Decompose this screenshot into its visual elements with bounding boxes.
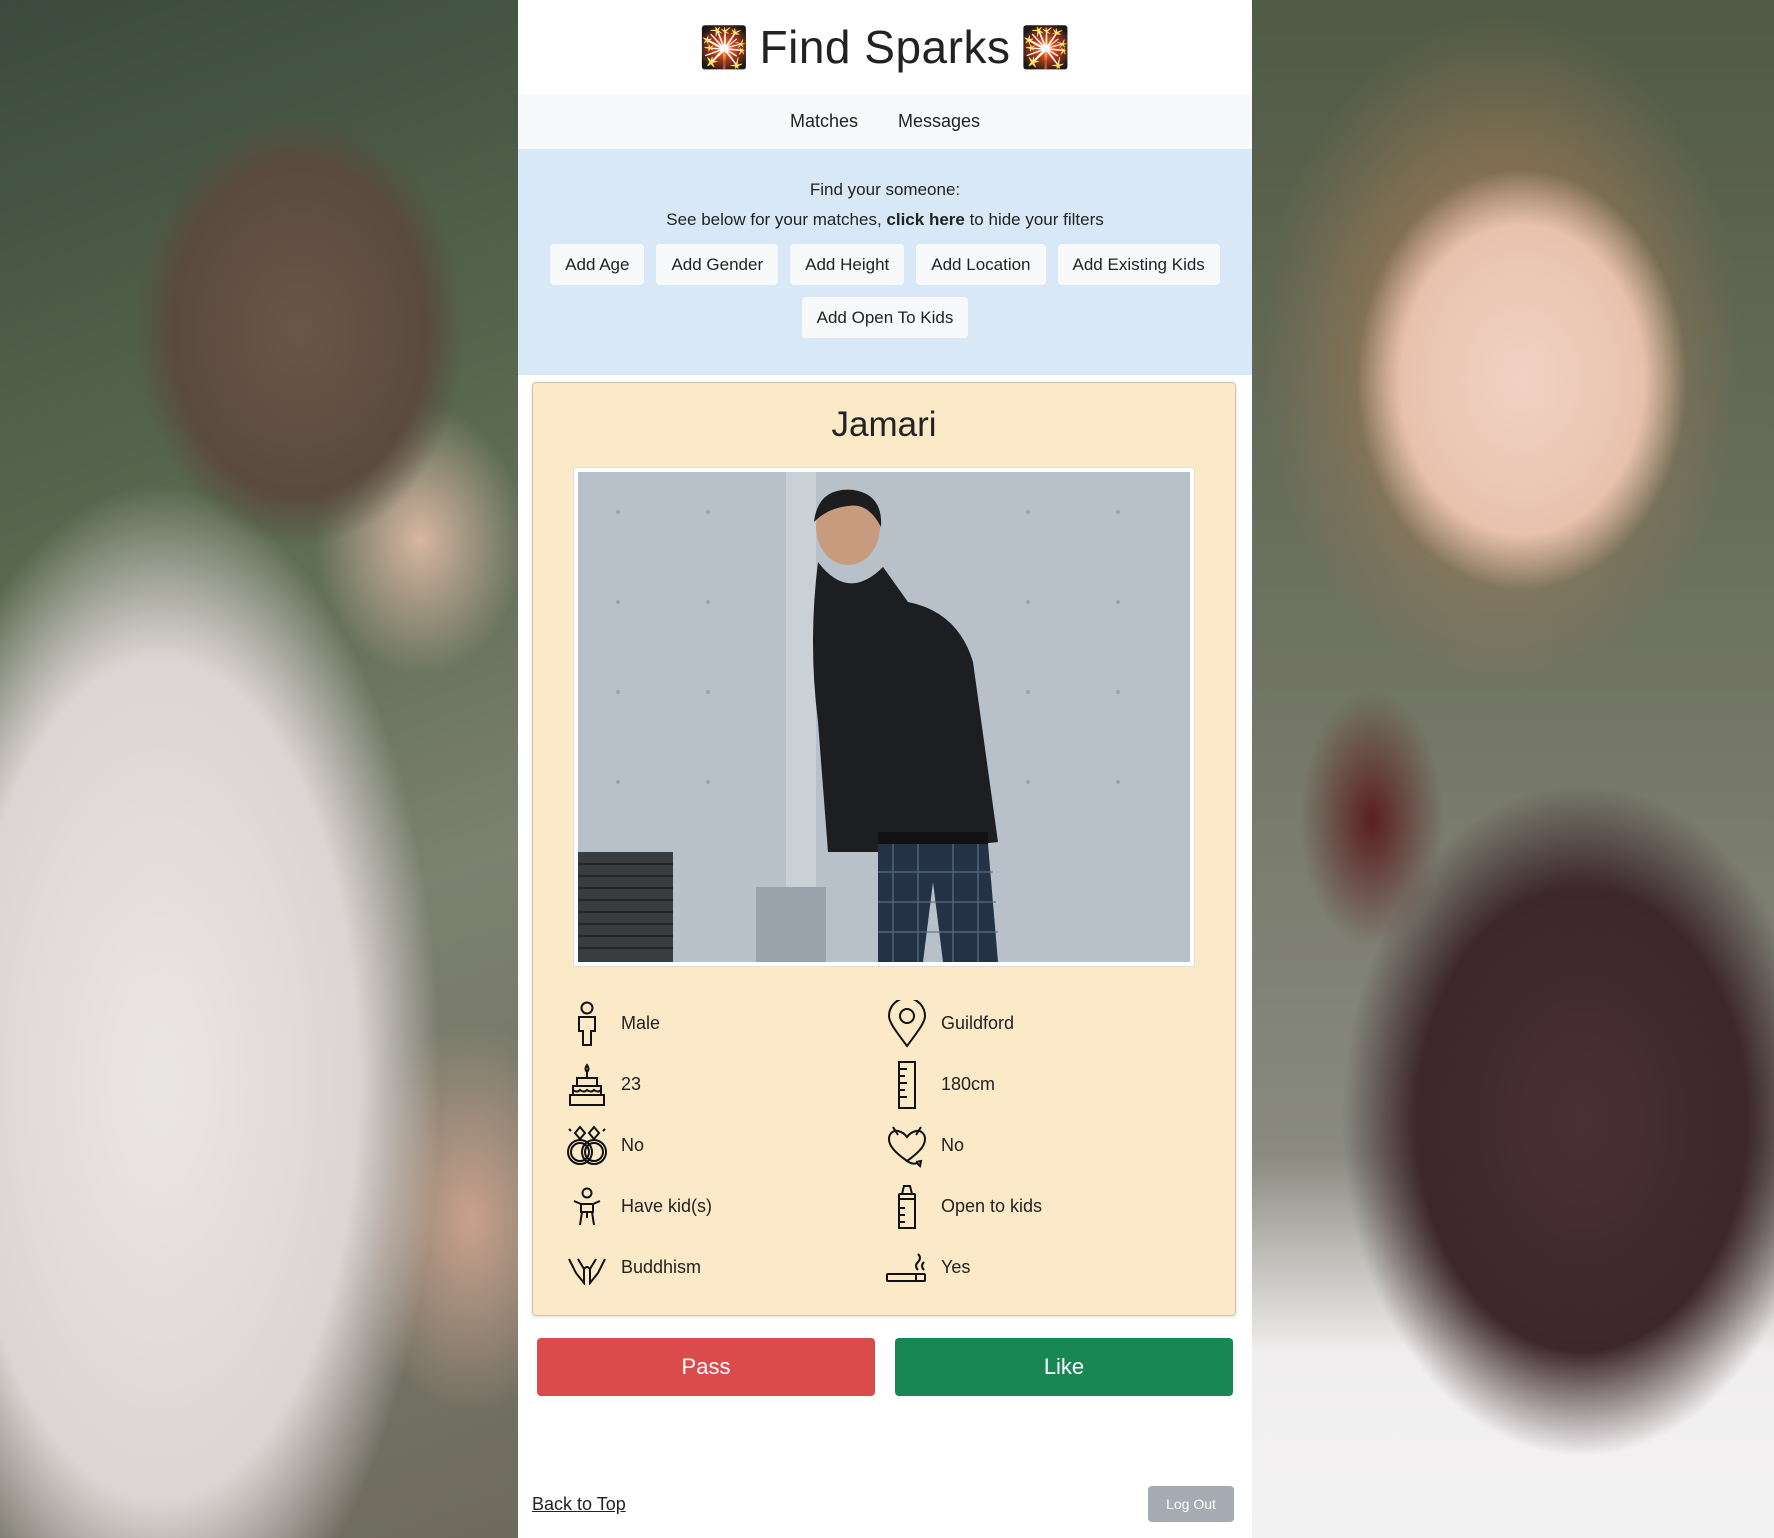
background-photo-left — [0, 0, 518, 1538]
cigarette-icon — [883, 1244, 931, 1292]
footer: Back to Top Log Out — [532, 1486, 1234, 1522]
action-buttons: Pass Like — [537, 1338, 1233, 1396]
flirt-value: No — [941, 1135, 965, 1155]
filters-sub-after: to hide your filters — [964, 210, 1104, 229]
open-to-kids-value: Open to kids — [941, 1196, 1043, 1216]
profile-card: Jamari Male Guildford 23 180cm No No Hav… — [532, 382, 1236, 1316]
brand-title: Find Sparks — [759, 21, 1011, 73]
height-value: 180cm — [941, 1074, 996, 1094]
filter-buttons: Add Age Add Gender Add Height Add Locati… — [518, 244, 1252, 338]
filters-subtitle: See below for your matches, click here t… — [518, 210, 1252, 230]
attr-open-to-kids: Open to kids — [883, 1176, 1203, 1237]
add-height-button[interactable]: Add Height — [790, 244, 905, 285]
add-age-button[interactable]: Add Age — [550, 244, 645, 285]
ruler-icon — [883, 1060, 931, 1109]
rings-icon — [563, 1122, 611, 1170]
add-existing-kids-button[interactable]: Add Existing Kids — [1057, 244, 1220, 285]
nav-matches[interactable]: Matches — [790, 111, 858, 132]
add-gender-button[interactable]: Add Gender — [656, 244, 779, 285]
attr-religion: Buddhism — [563, 1237, 883, 1298]
profile-name: Jamari — [831, 405, 937, 444]
devil-heart-icon — [883, 1122, 931, 1170]
smoking-value: Yes — [941, 1257, 971, 1277]
attr-smoking: Yes — [883, 1237, 1203, 1298]
profile-attributes: Male Guildford 23 180cm No No Have kid(s… — [563, 993, 1203, 1298]
attr-age: 23 — [563, 1054, 883, 1115]
logout-button[interactable]: Log Out — [1148, 1486, 1234, 1522]
praying-hands-icon — [563, 1244, 611, 1292]
location-pin-icon — [883, 999, 931, 1048]
back-to-top-link[interactable]: Back to Top — [532, 1494, 626, 1515]
nav-bar: Matches Messages — [518, 94, 1252, 149]
child-icon — [563, 1183, 611, 1231]
baby-bottle-icon — [883, 1183, 931, 1231]
profile-photo-image — [578, 472, 1190, 962]
attr-have-kids: Have kid(s) — [563, 1176, 883, 1237]
sparkler-icon-right: 🎇 — [1020, 25, 1071, 70]
filters-sub-before: See below for your matches, — [666, 210, 887, 229]
attr-married: No — [563, 1115, 883, 1176]
birthday-cake-icon — [563, 1061, 611, 1109]
have-kids-value: Have kid(s) — [621, 1196, 713, 1216]
attr-location: Guildford — [883, 993, 1203, 1054]
profile-photo — [573, 467, 1195, 967]
brand-header: 🎇 Find Sparks 🎇 — [518, 0, 1252, 94]
like-button[interactable]: Like — [895, 1338, 1233, 1396]
add-open-to-kids-button[interactable]: Add Open To Kids — [801, 297, 969, 338]
location-value: Guildford — [941, 1013, 1015, 1033]
attr-height: 180cm — [883, 1054, 1203, 1115]
nav-messages[interactable]: Messages — [898, 111, 980, 132]
attr-flirt: No — [883, 1115, 1203, 1176]
attr-gender: Male — [563, 993, 883, 1054]
background-photo-right — [1252, 0, 1774, 1538]
add-location-button[interactable]: Add Location — [916, 244, 1046, 285]
hide-filters-link[interactable]: click here — [886, 210, 964, 229]
age-value: 23 — [621, 1074, 642, 1094]
pass-button[interactable]: Pass — [537, 1338, 875, 1396]
religion-value: Buddhism — [621, 1257, 702, 1277]
person-icon — [563, 1000, 611, 1048]
married-value: No — [621, 1135, 645, 1155]
gender-value: Male — [621, 1013, 661, 1033]
filters-title: Find your someone: — [809, 180, 961, 199]
app-column: 🎇 Find Sparks 🎇 Matches Messages Find yo… — [518, 0, 1252, 1538]
filters-panel: Find your someone: See below for your ma… — [518, 149, 1252, 375]
sparkler-icon-left: 🎇 — [699, 25, 750, 70]
